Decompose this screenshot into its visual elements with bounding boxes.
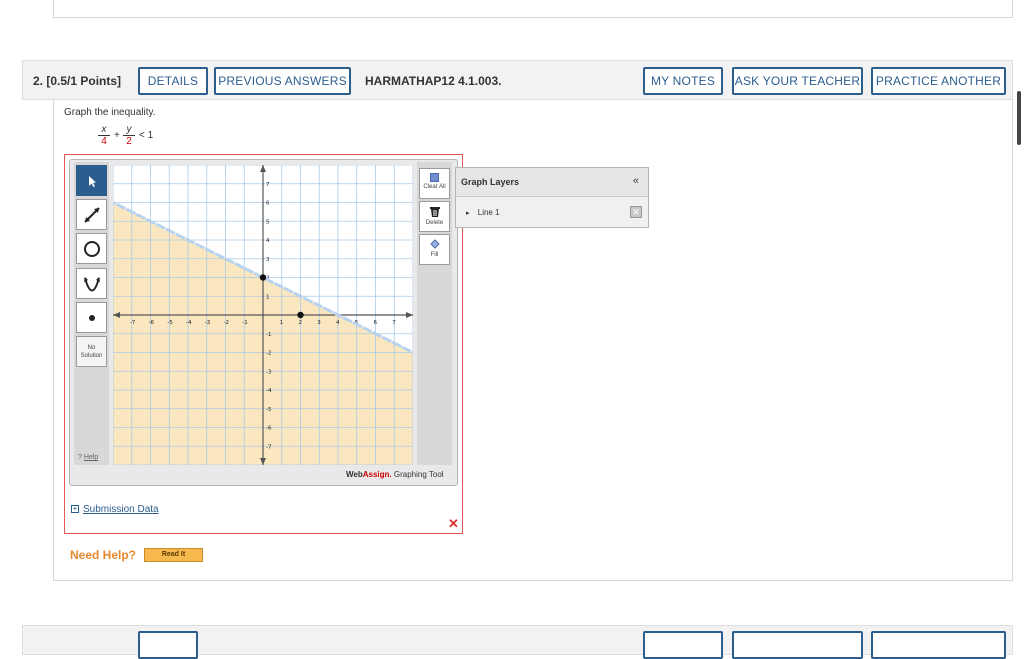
delete-button[interactable]: Delete <box>419 201 450 232</box>
y-tick-label: -7 <box>266 444 272 450</box>
next-my-notes-button[interactable] <box>643 631 723 659</box>
graph-layers-header: Graph Layers « <box>456 168 648 197</box>
delete-layer-icon[interactable]: ✕ <box>630 206 642 218</box>
plus-sign: + <box>114 130 120 141</box>
x-tick-label: 7 <box>392 320 396 326</box>
y-numerator: y <box>123 124 135 136</box>
line-tool-button[interactable] <box>76 199 107 230</box>
no-solution-label-2: Solution <box>80 353 103 359</box>
line-point[interactable] <box>259 274 267 281</box>
help-icon: ? <box>78 454 82 461</box>
relation: < 1 <box>139 130 154 141</box>
need-help-label: Need Help? <box>70 548 137 562</box>
y-tick-label: -4 <box>266 388 272 394</box>
brand-assign: Assign. <box>362 470 392 479</box>
x-tick-label: -6 <box>149 320 155 326</box>
question-header: 2. [0.5/1 Points] DETAILS PREVIOUS ANSWE… <box>22 60 1013 100</box>
x-tick-label: -5 <box>167 320 173 326</box>
fill-button[interactable]: Fill <box>419 234 450 265</box>
brand-tool: Graphing Tool <box>391 470 444 479</box>
line-icon <box>83 206 100 223</box>
previous-answers-button[interactable]: PREVIOUS ANSWERS <box>214 67 351 95</box>
submission-data-label: Submission Data <box>83 504 159 515</box>
clear-all-label: Clear All <box>423 184 446 190</box>
my-notes-button[interactable]: MY NOTES <box>643 67 723 95</box>
scrollbar-thumb[interactable] <box>1017 91 1021 145</box>
coordinate-plane[interactable]: -7-6-5-4-3-2-112345677654321-1-2-3-4-5-6… <box>113 165 413 465</box>
trash-icon <box>429 207 440 217</box>
no-solution-button[interactable]: No Solution <box>76 336 107 367</box>
y-tick-label: 4 <box>266 238 270 244</box>
question-prompt: Graph the inequality. <box>64 107 156 118</box>
ask-your-teacher-button[interactable]: ASK YOUR TEACHER <box>732 67 863 95</box>
graph-layers-panel: Graph Layers « ▸ Line 1 ✕ <box>455 167 649 228</box>
graph-layers-title: Graph Layers <box>461 177 520 187</box>
line-point[interactable] <box>297 311 304 319</box>
x-tick-label: -4 <box>186 320 192 326</box>
expand-icon: + <box>71 504 79 513</box>
read-it-button[interactable]: Read It <box>144 548 203 562</box>
x-tick-label: -3 <box>205 320 211 326</box>
collapse-icon[interactable]: « <box>633 175 639 187</box>
pointer-icon <box>88 175 96 187</box>
y-tick-label: 7 <box>266 182 270 188</box>
parabola-tool-button[interactable] <box>76 268 107 299</box>
fill-label: Fill <box>430 252 439 258</box>
point-icon <box>88 314 95 321</box>
clear-all-button[interactable]: Clear All <box>419 168 450 199</box>
layer-label: Line 1 <box>477 208 500 217</box>
delete-label: Delete <box>425 220 444 226</box>
pointer-tool-button[interactable] <box>76 165 107 196</box>
circle-tool-button[interactable] <box>76 233 107 264</box>
fill-bucket-icon <box>429 239 440 249</box>
parabola-icon <box>83 276 100 291</box>
x-tick-label: -2 <box>224 320 229 326</box>
clear-all-icon <box>430 173 439 182</box>
caret-right-icon: ▸ <box>466 210 470 217</box>
question-points: 2. [0.5/1 Points] <box>33 74 122 88</box>
x-tick-label: -1 <box>242 320 247 326</box>
webassign-brand: WebAssign. Graphing Tool <box>346 470 444 479</box>
point-tool-button[interactable] <box>76 302 107 333</box>
help-label: Help <box>83 454 99 461</box>
x-denominator: 4 <box>101 136 107 147</box>
x-tick-label: 6 <box>374 320 378 326</box>
y-tick-label: 1 <box>266 294 270 300</box>
incorrect-mark-icon: ✕ <box>448 516 459 531</box>
y-tick-label: 3 <box>266 257 270 263</box>
x-tick-label: 3 <box>317 320 321 326</box>
help-link[interactable]: ? Help <box>78 454 98 461</box>
next-ask-teacher-button[interactable] <box>732 631 863 659</box>
submission-data-toggle[interactable]: + Submission Data <box>71 504 159 515</box>
x-tick-label: -7 <box>130 320 136 326</box>
practice-another-button[interactable]: PRACTICE ANOTHER <box>871 67 1006 95</box>
brand-web: Web <box>346 470 363 479</box>
next-practice-another-button[interactable] <box>871 631 1006 659</box>
details-button[interactable]: DETAILS <box>138 67 208 95</box>
x-numerator: x <box>98 124 110 136</box>
y-tick-label: 5 <box>266 219 270 225</box>
previous-question-card <box>53 0 1013 18</box>
next-question-header <box>22 625 1013 659</box>
y-tick-label: -6 <box>266 426 272 432</box>
no-solution-label-1: No <box>87 345 96 351</box>
y-denominator: 2 <box>126 136 132 147</box>
x-tick-label: 2 <box>299 320 303 326</box>
x-tick-label: 4 <box>336 320 340 326</box>
y-tick-label: -2 <box>266 351 271 357</box>
next-details-button[interactable] <box>138 631 198 659</box>
y-tick-label: 6 <box>266 201 270 207</box>
layer-item[interactable]: ▸ Line 1 <box>466 208 500 217</box>
y-tick-label: -1 <box>266 332 271 338</box>
question-code: HARMATHAP12 4.1.003. <box>365 74 502 88</box>
x-tick-label: 1 <box>280 320 284 326</box>
y-tick-label: -3 <box>266 369 272 375</box>
y-tick-label: -5 <box>266 407 272 413</box>
circle-icon <box>83 240 100 257</box>
